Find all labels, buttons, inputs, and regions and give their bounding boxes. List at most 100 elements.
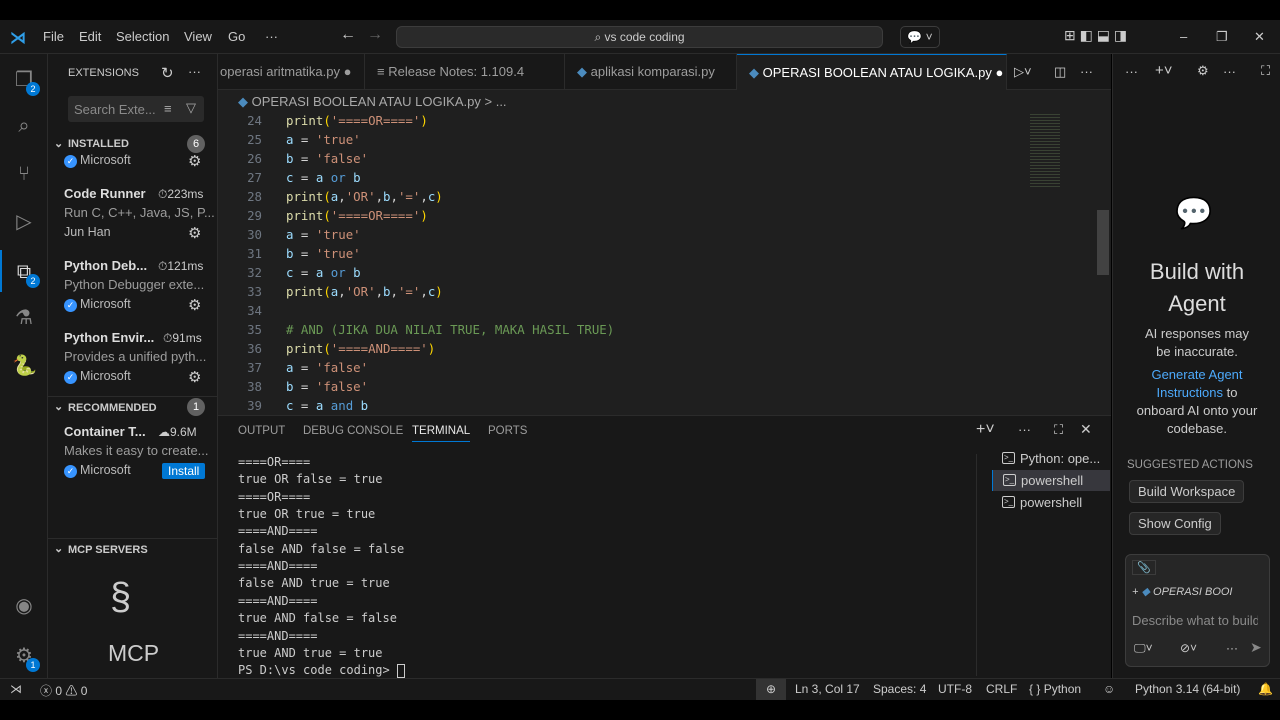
extension-item-python-environments[interactable]: Python Envir... ⏱91ms Provides a unified…	[48, 326, 217, 390]
remote-icon[interactable]: ⋊	[10, 682, 22, 696]
layout-icons[interactable]: ⊞ ◧ ⬓ ◨	[1064, 27, 1127, 44]
python-interpreter[interactable]: Python 3.14 (64-bit)	[1135, 682, 1240, 696]
gear-icon[interactable]: ⚙	[1197, 63, 1209, 79]
editor-scrollbar[interactable]	[1097, 210, 1109, 275]
cursor-position[interactable]: Ln 3, Col 17	[795, 682, 860, 696]
forward-arrow-icon[interactable]: →	[367, 26, 383, 44]
code-line[interactable]: b = 'false'	[286, 151, 368, 166]
menu-file[interactable]: File	[43, 29, 64, 44]
gear-icon[interactable]: ⚙	[188, 152, 201, 170]
copilot-icon[interactable]: ☺	[1103, 682, 1115, 696]
new-chat-icon[interactable]: +˅	[1155, 62, 1173, 79]
more-actions-icon[interactable]: ···	[188, 64, 201, 79]
install-button[interactable]: Install	[162, 463, 206, 479]
explorer-icon[interactable]: ❐ 2	[12, 68, 40, 96]
account-icon[interactable]: ◉	[12, 594, 36, 618]
minimize-icon[interactable]: –	[1180, 29, 1187, 44]
run-debug-icon[interactable]: ▷	[12, 210, 36, 234]
code-line[interactable]: print('====OR====')	[286, 113, 428, 128]
code-line[interactable]: c = a or b	[286, 265, 361, 280]
code-line[interactable]: c = a or b	[286, 170, 361, 185]
gear-icon[interactable]: ⚙	[188, 368, 201, 386]
notifications-bell-icon[interactable]: 🔔	[1258, 682, 1273, 696]
python-icon[interactable]: 🐍	[12, 354, 37, 378]
extension-item-container-tools[interactable]: Container T... ☁9.6M Makes it easy to cr…	[48, 420, 217, 484]
model-picker-icon[interactable]: ⊘˅	[1180, 641, 1197, 655]
minimap[interactable]	[1030, 112, 1060, 187]
menu-more[interactable]: ···	[265, 29, 278, 44]
search-icon[interactable]: ⌕	[12, 114, 36, 138]
split-editor-icon[interactable]: ◫	[1054, 64, 1066, 80]
show-config-button[interactable]: Show Config	[1129, 512, 1221, 535]
code-line[interactable]: print(a,'OR',b,'=',c)	[286, 284, 443, 299]
mcp-section-header[interactable]: ⌄ MCP SERVERS	[48, 538, 217, 558]
tab-aplikasi-komparasi[interactable]: ◆ aplikasi komparasi.py	[565, 54, 737, 90]
code-line[interactable]: b = 'false'	[286, 379, 368, 394]
more-actions-icon[interactable]: ···	[1080, 64, 1093, 79]
agent-mode-icon[interactable]: 🖵˅	[1134, 641, 1153, 656]
recommended-section-header[interactable]: ⌄ RECOMMENDED 1	[48, 396, 217, 416]
problems-indicator[interactable]: ⓧ 0 ⚠ 0	[40, 682, 87, 699]
run-python-icon[interactable]: ▷˅	[1014, 64, 1032, 80]
new-terminal-icon[interactable]: +˅	[976, 421, 995, 439]
code-line[interactable]: a = 'true'	[286, 227, 361, 242]
tab-output[interactable]: OUTPUT	[238, 425, 285, 437]
extension-search-input[interactable]: Search Exte... ≡ ▽	[68, 96, 204, 122]
breadcrumb-file[interactable]: OPERASI BOOLEAN ATAU LOGIKA.py	[252, 94, 481, 109]
close-window-icon[interactable]: ✕	[1254, 29, 1265, 45]
terminal-list-item[interactable]: >_ powershell	[992, 492, 1110, 513]
encoding[interactable]: UTF-8	[938, 682, 972, 696]
filter-icon[interactable]: ▽	[186, 100, 196, 116]
chat-input-box[interactable]: 📎 + ◆ OPERASI BOOI Describe what to buil…	[1125, 554, 1270, 667]
build-workspace-button[interactable]: Build Workspace	[1129, 480, 1245, 503]
clear-filter-icon[interactable]: ≡	[164, 101, 172, 116]
manage-gear-icon[interactable]: ⚙ 1	[12, 644, 40, 672]
extension-item-python-debugger[interactable]: Python Deb... ⏱121ms Python Debugger ext…	[48, 254, 217, 318]
breadcrumb-symbol[interactable]: > ...	[485, 94, 507, 109]
menu-view[interactable]: View	[184, 29, 212, 44]
tab-ports[interactable]: PORTS	[488, 425, 527, 437]
code-line[interactable]: a = 'true'	[286, 132, 361, 147]
tab-terminal[interactable]: TERMINAL	[412, 425, 471, 442]
attach-icon[interactable]: 📎	[1132, 560, 1156, 575]
extensions-icon[interactable]: ⧉ 2	[12, 260, 40, 288]
maximize-panel-icon[interactable]: ⛶	[1054, 422, 1063, 438]
testing-icon[interactable]: ⚗	[12, 306, 36, 330]
code-line[interactable]: a = 'false'	[286, 360, 368, 375]
command-center-search[interactable]: ⌕ vs code coding	[396, 26, 883, 48]
menu-selection[interactable]: Selection	[116, 29, 169, 44]
code-line[interactable]: print(a,'OR',b,'=',c)	[286, 189, 443, 204]
indentation[interactable]: Spaces: 4	[873, 682, 926, 696]
context-chip[interactable]: + ◆ OPERASI BOOI	[1132, 585, 1242, 598]
code-line[interactable]: print('====AND====')	[286, 341, 435, 356]
gear-icon[interactable]: ⚙	[188, 296, 201, 314]
code-line[interactable]: # AND (JIKA DUA NILAI TRUE, MAKA HASIL T…	[286, 322, 614, 337]
terminal-list-item[interactable]: >_ Python: ope...	[992, 448, 1110, 469]
tab-operasi-boolean[interactable]: ◆ OPERASI BOOLEAN ATAU LOGIKA.py ●	[737, 54, 1007, 90]
installed-section-header[interactable]: ⌄ INSTALLED 6	[48, 134, 217, 154]
maximize-icon[interactable]: ⛶	[1261, 63, 1270, 79]
line-ending[interactable]: CRLF	[986, 682, 1017, 696]
language-mode[interactable]: { } Python	[1029, 682, 1081, 696]
more-actions-icon[interactable]: ···	[1223, 64, 1236, 79]
send-icon[interactable]: ➤	[1250, 639, 1262, 656]
restore-icon[interactable]: ❐	[1216, 29, 1228, 45]
more-actions-icon[interactable]: ···	[1018, 422, 1031, 437]
refresh-icon[interactable]: ↻	[161, 64, 174, 82]
extension-item-code-runner[interactable]: Code Runner ⏱223ms Run C, C++, Java, JS,…	[48, 182, 217, 246]
close-panel-icon[interactable]: ✕	[1080, 421, 1092, 438]
breadcrumb[interactable]: ◆ OPERASI BOOLEAN ATAU LOGIKA.py > ...	[238, 94, 507, 110]
chat-toggle-button[interactable]: 💬 ˅	[900, 26, 940, 48]
tab-release-notes[interactable]: ≡ Release Notes: 1.109.4	[365, 54, 565, 90]
more-actions-icon[interactable]: ···	[1226, 641, 1238, 655]
code-line[interactable]: c = a and b	[286, 398, 368, 413]
code-line[interactable]: b = 'true'	[286, 246, 361, 261]
zoom-icon[interactable]: ⊕	[756, 679, 786, 700]
source-control-icon[interactable]: ⑂	[12, 162, 36, 186]
tab-debug-console[interactable]: DEBUG CONSOLE	[303, 425, 403, 437]
code-line[interactable]: print('====OR====')	[286, 208, 428, 223]
gear-icon[interactable]: ⚙	[188, 224, 201, 242]
terminal-list-item-active[interactable]: >_ powershell	[992, 470, 1110, 491]
back-arrow-icon[interactable]: ←	[340, 26, 356, 44]
menu-edit[interactable]: Edit	[79, 29, 101, 44]
